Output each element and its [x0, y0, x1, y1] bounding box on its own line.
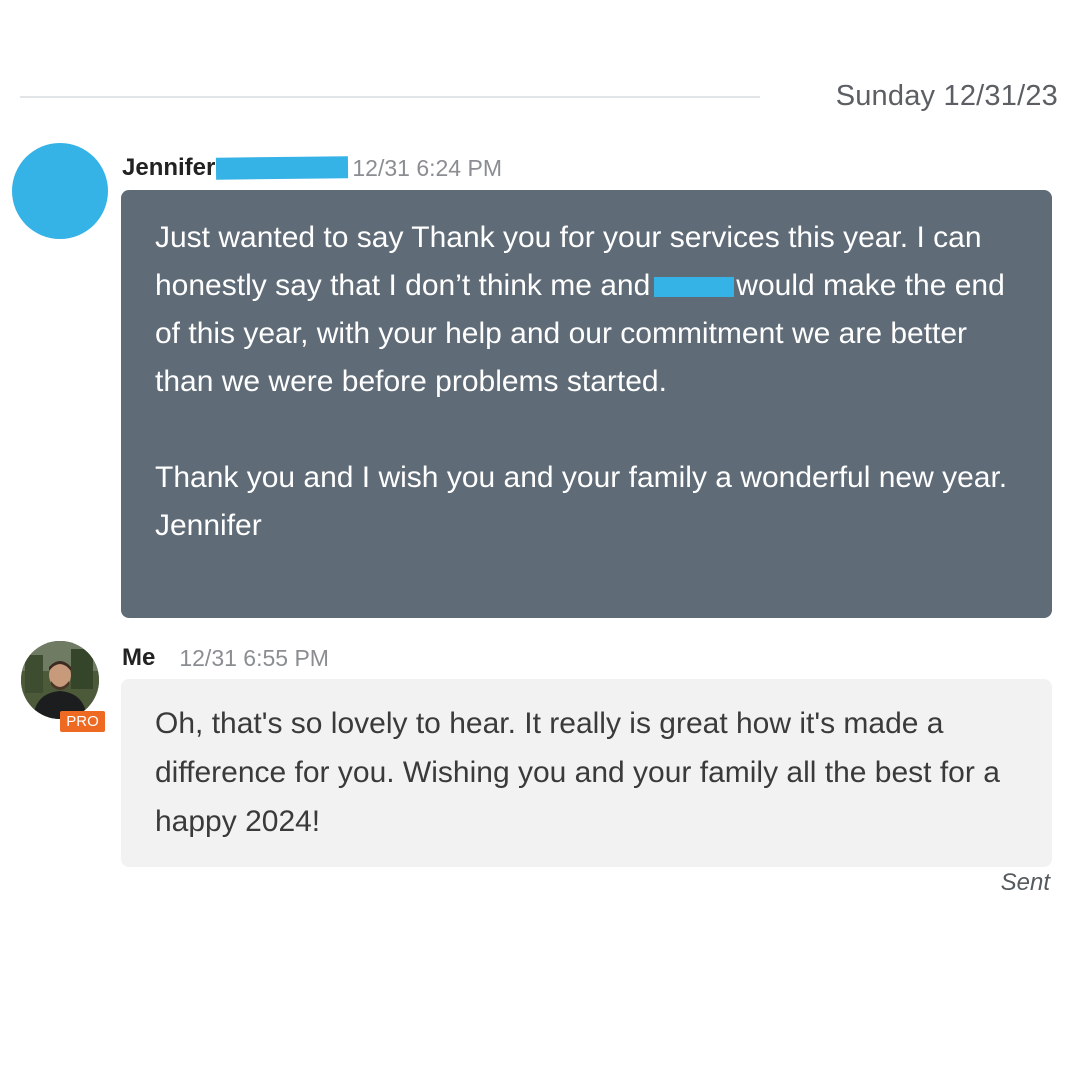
- outgoing-message-header: Me 12/31 6:55 PM: [122, 643, 329, 673]
- date-label: Sunday 12/31/23: [835, 80, 1058, 112]
- my-avatar[interactable]: [21, 641, 99, 719]
- sender-avatar[interactable]: [12, 143, 108, 239]
- my-name: Me: [122, 644, 156, 671]
- incoming-paragraph-2: Thank you and I wish you and your family…: [155, 461, 1008, 542]
- name-redaction: [216, 156, 349, 180]
- profile-photo-icon: [21, 641, 99, 719]
- outgoing-message-text: Oh, that's so lovely to hear. It really …: [155, 707, 1000, 838]
- incoming-timestamp: 12/31 6:24 PM: [352, 154, 502, 181]
- sender-name[interactable]: Jennifer: [122, 154, 215, 182]
- text-redaction: [654, 277, 735, 297]
- incoming-paragraph-1: Just wanted to say Thank you for your se…: [155, 214, 1012, 406]
- sent-status: Sent: [1000, 869, 1050, 896]
- incoming-message-header: Jennifer 12/31 6:24 PM: [122, 153, 502, 183]
- pro-badge: PRO: [60, 711, 105, 732]
- incoming-message-bubble: Just wanted to say Thank you for your se…: [121, 190, 1052, 618]
- date-divider: [20, 96, 760, 98]
- outgoing-timestamp: 12/31 6:55 PM: [179, 644, 329, 671]
- outgoing-message-bubble: Oh, that's so lovely to hear. It really …: [121, 679, 1052, 867]
